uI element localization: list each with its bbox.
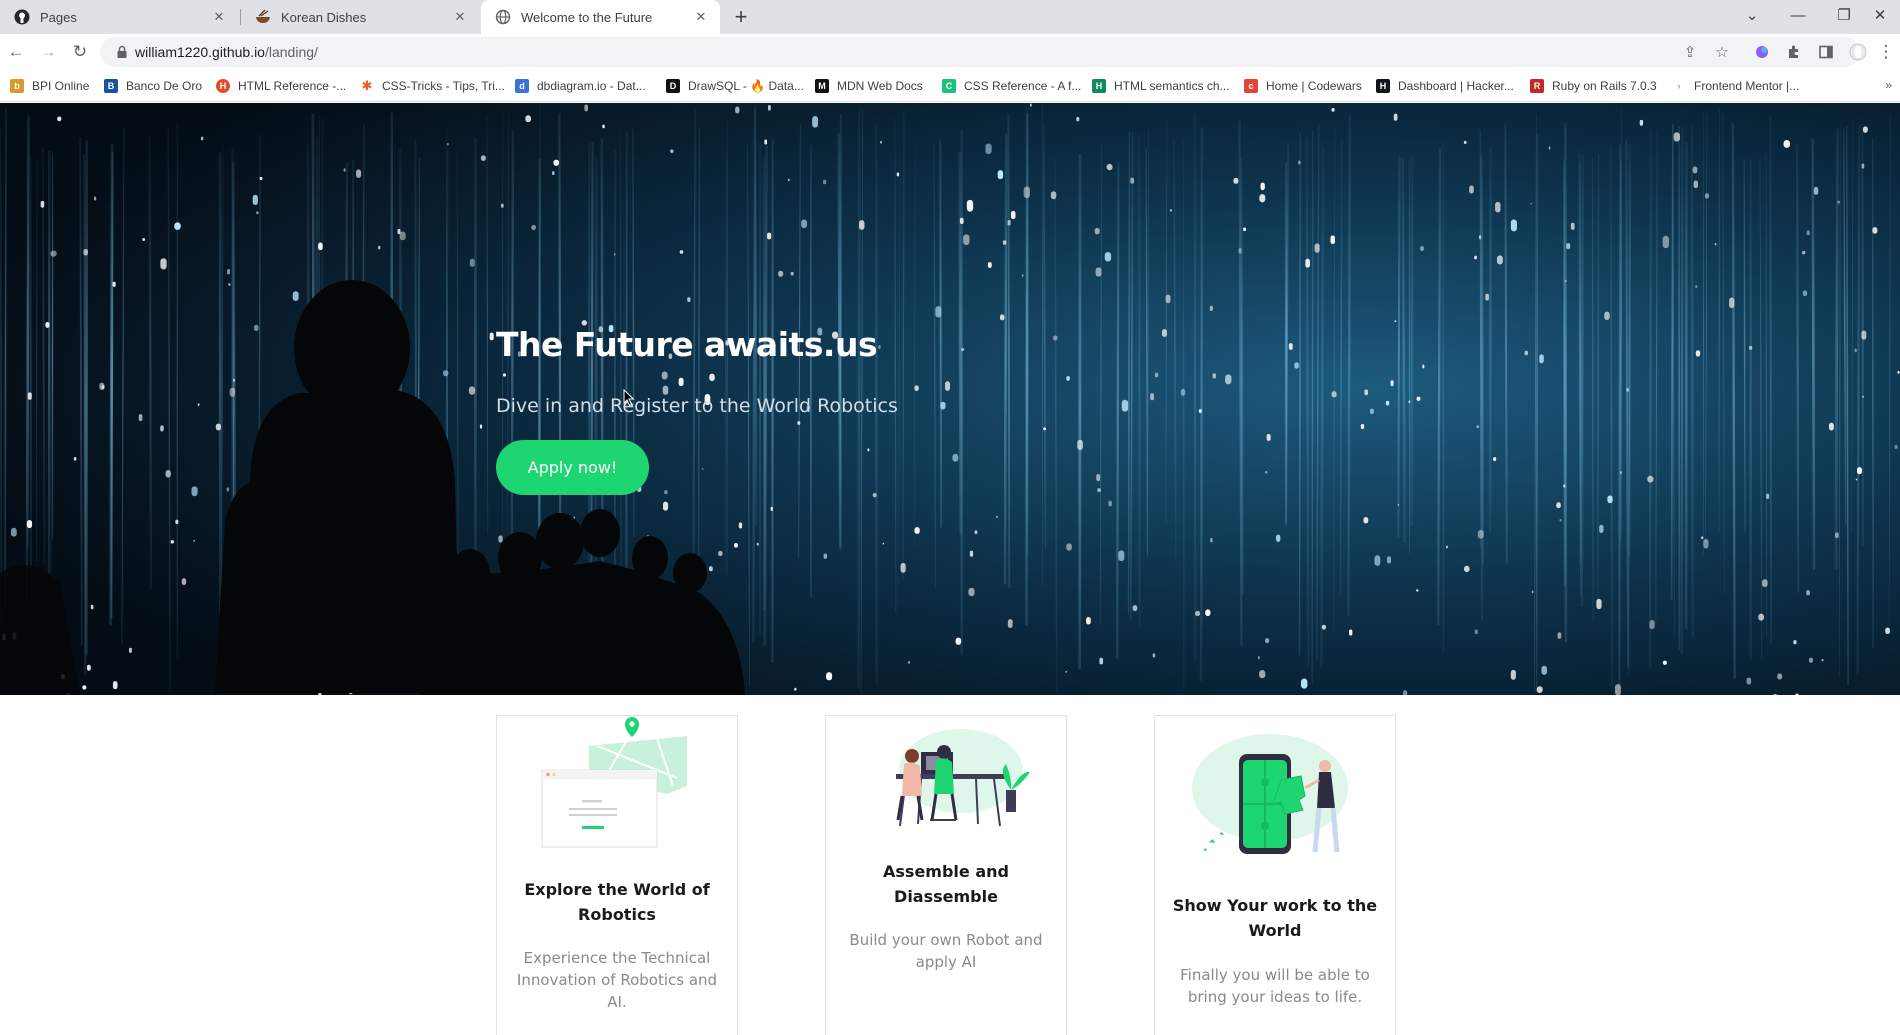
restore-icon[interactable]: ❐ [1824, 0, 1864, 30]
close-icon[interactable]: ✕ [451, 8, 469, 26]
new-tab-plus-icon[interactable]: + [729, 4, 753, 29]
phone-puzzle-illustration [1192, 734, 1348, 854]
bookmarks-bar: b BPI Online B Banco De Oro H HTML Referenc… [0, 70, 1900, 102]
mouse-cursor-icon [623, 389, 635, 407]
apply-now-button[interactable]: Apply now! [496, 440, 649, 495]
bookmark-css-reference[interactable]: C CSS Reference - A f... [942, 78, 1081, 94]
bookmark-label: dbdiagram.io - Dat... [537, 79, 646, 93]
bookmark-html-reference[interactable]: H HTML Reference -... [216, 78, 346, 94]
html-ref-icon: H [216, 79, 230, 93]
bookmark-drawsql[interactable]: D DrawSQL - 🔥 Data... [666, 78, 804, 94]
hero-subtitle: Dive in and Register to the World Roboti… [496, 395, 898, 417]
rails-icon: R [1530, 79, 1544, 93]
card-title: Assemble and Diassemble [883, 862, 1009, 906]
bookmark-label: CSS-Tricks - Tips, Tri... [382, 79, 505, 93]
forward-arrow-icon[interactable]: → [36, 40, 60, 64]
bookmark-star-icon[interactable]: ☆ [1712, 42, 1732, 62]
card-text: Finally you will be able to bring your i… [1180, 966, 1370, 1006]
bpi-icon: b [10, 79, 24, 93]
bookmark-label: Frontend Mentor |... [1694, 79, 1800, 93]
reload-icon[interactable]: ↻ [68, 40, 92, 64]
more-bookmarks-chevron-icon[interactable]: » [1885, 78, 1892, 92]
window-close-icon[interactable]: ✕ [1860, 0, 1900, 30]
mdn-icon: M [815, 79, 829, 93]
korean-dish-icon [255, 9, 271, 25]
globe-icon [495, 9, 511, 25]
drawsql-icon: D [666, 79, 680, 93]
minimize-icon[interactable]: — [1778, 0, 1818, 30]
browser-toolbar: ← → ↻ william1220.github.io/landing/ ⇪ ☆… [0, 34, 1900, 70]
bookmark-label: DrawSQL - 🔥 Data... [688, 79, 804, 93]
bookmark-bpi[interactable]: b BPI Online [10, 78, 89, 94]
bookmark-label: CSS Reference - A f... [964, 79, 1082, 93]
bookmark-codewars[interactable]: c Home | Codewars [1244, 78, 1362, 94]
bookmark-css-tricks[interactable]: ✱ CSS-Tricks - Tips, Tri... [360, 78, 505, 94]
card-text: Experience the Technical Innovation of R… [516, 949, 718, 1011]
tab-welcome-future[interactable]: Welcome to the Future ✕ [481, 0, 720, 34]
team-working-illustration [896, 729, 1030, 827]
map-location-illustration [541, 717, 687, 848]
profile-avatar-icon[interactable] [1846, 40, 1870, 64]
html-semantics-icon: H [1092, 79, 1106, 93]
share-icon[interactable]: ⇪ [1680, 42, 1700, 62]
bookmark-label: Banco De Oro [126, 79, 203, 93]
hero-title: The Future awaits.us [496, 325, 878, 364]
bookmark-rails[interactable]: R Ruby on Rails 7.0.3 [1530, 78, 1657, 94]
extension-ai-icon[interactable] [1750, 40, 1774, 64]
hero-section: The Future awaits.us Dive in and Registe… [0, 103, 1900, 695]
bookmark-label: MDN Web Docs [837, 79, 923, 93]
feature-card-explore: Explore the World of Robotics Experience… [496, 715, 738, 1035]
bookmark-label: Home | Codewars [1266, 79, 1362, 93]
tab-title: Pages [40, 9, 77, 25]
address-bar[interactable]: william1220.github.io/landing/ ⇪ ☆ [100, 37, 1860, 67]
bookmark-label: BPI Online [32, 79, 90, 93]
bookmark-html-semantics[interactable]: H HTML semantics ch... [1092, 78, 1230, 94]
browser-tab-strip: Pages ✕ Korean Dishes ✕ Welcome to the F… [0, 0, 1900, 34]
close-icon[interactable]: ✕ [692, 8, 710, 26]
codewars-icon: c [1244, 79, 1258, 93]
bookmark-label: Ruby on Rails 7.0.3 [1552, 79, 1657, 93]
frontend-mentor-icon: › [1672, 79, 1686, 93]
tab-title: Welcome to the Future [521, 9, 653, 25]
feature-card-assemble: Assemble and Diassemble Build your own R… [825, 715, 1067, 1035]
bookmark-label: Dashboard | Hacker... [1398, 79, 1514, 93]
back-arrow-icon[interactable]: ← [4, 40, 28, 64]
bookmark-label: HTML Reference -... [238, 79, 347, 93]
hackerrank-icon: H [1376, 79, 1390, 93]
bookmark-dbdiagram[interactable]: d dbdiagram.io - Dat... [515, 78, 646, 94]
bookmark-bdo[interactable]: B Banco De Oro [104, 78, 202, 94]
dbdiagram-icon: d [515, 79, 529, 93]
tab-search-chevron-icon[interactable]: ⌄ [1732, 0, 1772, 30]
tab-korean-dishes[interactable]: Korean Dishes ✕ [241, 0, 479, 34]
card-text: Build your own Robot and apply AI [849, 931, 1043, 971]
menu-kebab-icon[interactable]: ⋮ [1874, 40, 1898, 64]
bdo-icon: B [104, 79, 118, 93]
css-reference-icon: C [942, 79, 956, 93]
url-path: /landing/ [264, 44, 318, 60]
url-text: william1220.github.io/landing/ [135, 44, 318, 60]
github-icon [14, 9, 30, 25]
bookmark-label: HTML semantics ch... [1114, 79, 1230, 93]
tab-pages[interactable]: Pages ✕ [0, 0, 238, 34]
close-icon[interactable]: ✕ [210, 8, 228, 26]
card-title: Explore the World of Robotics [524, 880, 710, 924]
css-tricks-icon: ✱ [360, 78, 374, 93]
side-panel-icon[interactable] [1814, 40, 1838, 64]
tab-title: Korean Dishes [281, 9, 367, 25]
bookmark-frontend-mentor[interactable]: › Frontend Mentor |... [1672, 78, 1799, 94]
lock-icon [114, 44, 130, 60]
feature-card-show: Show Your work to the World Finally you … [1154, 715, 1396, 1035]
bookmark-hackerrank[interactable]: H Dashboard | Hacker... [1376, 78, 1514, 94]
bookmark-mdn[interactable]: M MDN Web Docs [815, 78, 923, 94]
card-title: Show Your work to the World [1172, 896, 1378, 940]
hero-background-image [0, 103, 1900, 695]
extensions-puzzle-icon[interactable] [1782, 40, 1806, 64]
url-host: william1220.github.io [135, 44, 265, 60]
